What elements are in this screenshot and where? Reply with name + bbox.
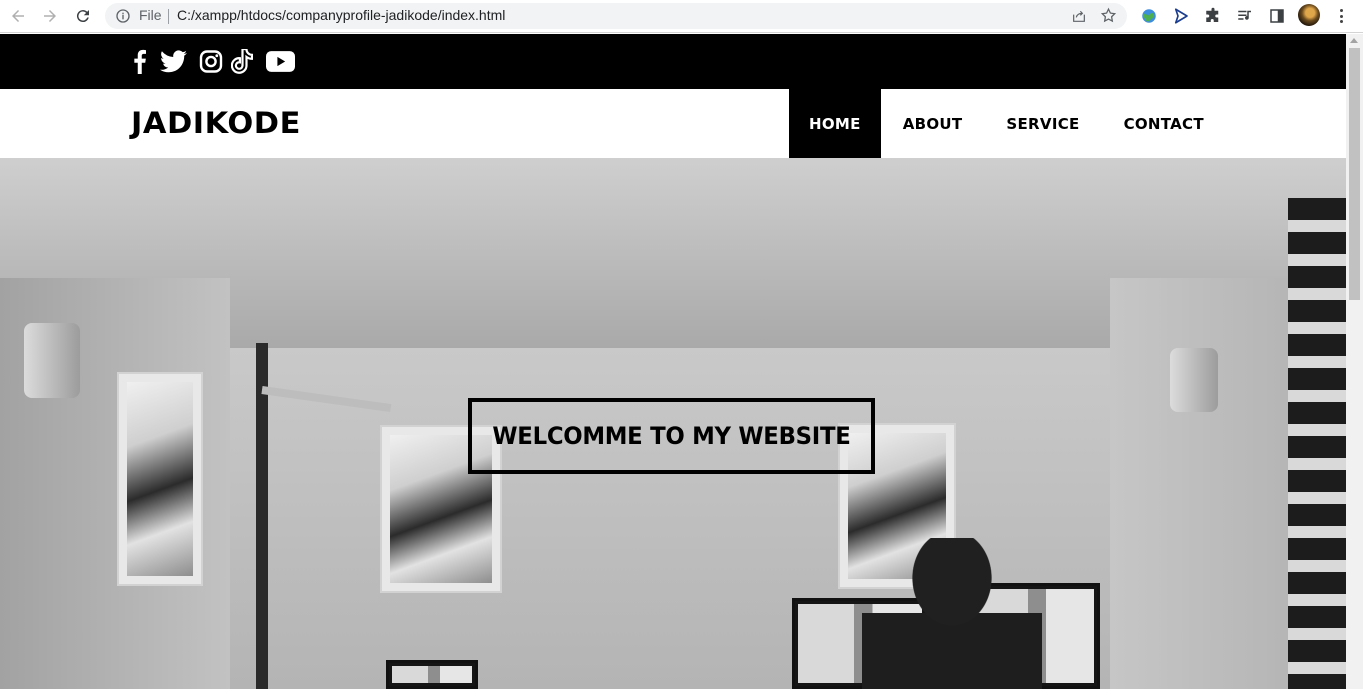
- wall-light-right-image: [1170, 348, 1218, 412]
- social-bar: [0, 34, 1346, 89]
- extension-send-icon[interactable]: [1171, 6, 1191, 26]
- scroll-up-arrow-icon[interactable]: [1350, 38, 1358, 43]
- nav-home[interactable]: HOME: [789, 89, 881, 158]
- omnibox-scheme-label: File: [139, 7, 162, 23]
- nav-about[interactable]: ABOUT: [881, 89, 985, 158]
- profile-avatar[interactable]: [1298, 4, 1320, 26]
- nav-service[interactable]: SERVICE: [984, 89, 1101, 158]
- welcome-heading: WELCOMME TO MY WEBSITE: [492, 422, 851, 450]
- person-at-desk-image: [862, 538, 1042, 689]
- wall-light-left-image: [24, 323, 80, 398]
- window-blind-image: [1288, 198, 1346, 689]
- youtube-icon[interactable]: [266, 48, 295, 74]
- browser-toolbar: File C:/xampp/htdocs/companyprofile-jadi…: [0, 0, 1363, 33]
- info-icon[interactable]: [115, 8, 131, 24]
- site-header: JADIKODE HOME ABOUT SERVICE CONTACT: [0, 89, 1346, 158]
- tiktok-icon[interactable]: [231, 48, 253, 74]
- menu-icon[interactable]: [1334, 6, 1348, 26]
- main-nav: HOME ABOUT SERVICE CONTACT: [789, 89, 1226, 158]
- site-logo[interactable]: JADIKODE: [131, 106, 301, 140]
- extensions-puzzle-icon[interactable]: [1203, 6, 1223, 26]
- twitter-icon[interactable]: [160, 48, 187, 74]
- reload-icon[interactable]: [72, 5, 94, 27]
- facebook-icon[interactable]: [131, 48, 149, 74]
- webpage: JADIKODE HOME ABOUT SERVICE CONTACT WELC…: [0, 34, 1346, 689]
- share-icon[interactable]: [1071, 8, 1087, 24]
- welcome-box: WELCOMME TO MY WEBSITE: [468, 398, 875, 474]
- nav-contact[interactable]: CONTACT: [1102, 89, 1226, 158]
- scroll-thumb[interactable]: [1349, 48, 1360, 300]
- poster-left-image: [117, 372, 203, 586]
- address-bar[interactable]: File C:/xampp/htdocs/companyprofile-jadi…: [105, 3, 1127, 29]
- laptop-image: [386, 660, 478, 689]
- star-icon[interactable]: [1100, 7, 1117, 24]
- instagram-icon[interactable]: [199, 48, 223, 74]
- floor-lamp-image: [256, 343, 268, 689]
- side-panel-icon[interactable]: [1267, 6, 1287, 26]
- page-scrollbar[interactable]: [1346, 34, 1363, 689]
- url-text[interactable]: C:/xampp/htdocs/companyprofile-jadikode/…: [177, 7, 505, 23]
- back-icon[interactable]: [7, 5, 29, 27]
- forward-icon[interactable]: [39, 5, 61, 27]
- omnibox-divider: [168, 9, 169, 24]
- extension-globe-icon[interactable]: [1139, 6, 1159, 26]
- media-queue-icon[interactable]: [1235, 6, 1255, 26]
- hero-section: WELCOMME TO MY WEBSITE: [0, 158, 1346, 689]
